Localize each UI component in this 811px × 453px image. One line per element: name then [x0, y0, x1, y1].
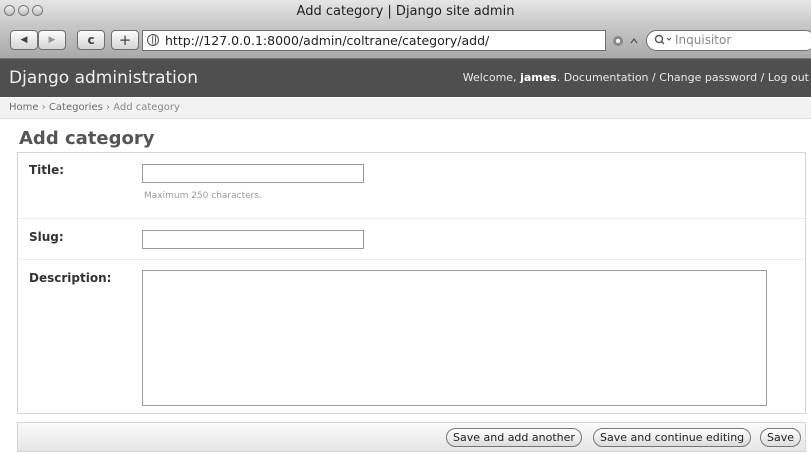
globe-icon: [147, 34, 159, 46]
title-help-text: Maximum 250 characters.: [144, 191, 262, 201]
plus-icon: +: [118, 31, 132, 49]
reload-icon: c: [87, 33, 95, 47]
url-field[interactable]: http://127.0.0.1:8000/admin/coltrane/cat…: [142, 30, 606, 51]
browser-toolbar: ◀ ▶ c + http://127.0.0.1:8000/admin/colt…: [0, 24, 811, 59]
breadcrumb-separator: ›: [106, 102, 110, 113]
site-brand[interactable]: Django administration: [9, 68, 198, 88]
category-form-fieldset: Title: Maximum 250 characters. Slug: Des…: [17, 152, 806, 414]
search-placeholder: Inquisitor: [675, 33, 732, 47]
url-text: http://127.0.0.1:8000/admin/coltrane/cat…: [165, 33, 490, 48]
description-label: Description:: [29, 271, 112, 285]
separator: /: [652, 71, 656, 84]
save-and-continue-button[interactable]: Save and continue editing: [593, 428, 752, 447]
search-field[interactable]: Inquisitor: [646, 30, 811, 51]
description-textarea[interactable]: [142, 270, 767, 406]
username: james: [520, 71, 557, 84]
logout-link[interactable]: Log out: [768, 71, 809, 84]
documentation-link[interactable]: Documentation: [564, 71, 649, 84]
back-button[interactable]: ◀: [10, 30, 38, 50]
change-password-link[interactable]: Change password: [659, 71, 757, 84]
snapback-icon[interactable]: [612, 35, 624, 47]
reload-button[interactable]: c: [77, 30, 105, 50]
form-row-slug: Slug:: [18, 219, 805, 260]
welcome-text: Welcome,: [462, 71, 517, 84]
slug-label: Slug:: [29, 230, 64, 244]
separator: /: [760, 71, 765, 84]
admin-header: Django administration Welcome, james. Do…: [0, 59, 811, 97]
form-row-description: Description:: [18, 260, 805, 413]
caret-up-icon: [630, 38, 638, 44]
forward-button[interactable]: ▶: [38, 30, 66, 50]
window-title: Add category | Django site admin: [296, 4, 515, 19]
slug-input[interactable]: [142, 230, 364, 249]
submit-row: Save and add another Save and continue e…: [17, 422, 806, 452]
breadcrumb-categories-link[interactable]: Categories: [49, 102, 103, 113]
breadcrumb: Home › Categories › Add category: [0, 98, 811, 119]
title-input[interactable]: [142, 164, 364, 183]
add-bookmark-button[interactable]: +: [111, 30, 139, 50]
save-and-add-another-button[interactable]: Save and add another: [446, 428, 582, 447]
save-button[interactable]: Save: [760, 428, 802, 447]
forward-arrow-icon: ▶: [48, 35, 56, 45]
breadcrumb-home-link[interactable]: Home: [9, 102, 39, 113]
search-icon: [654, 34, 672, 45]
form-row-title: Title: Maximum 250 characters.: [18, 153, 805, 219]
user-tools: Welcome, james. Documentation / Change p…: [462, 71, 809, 84]
title-label: Title:: [29, 163, 65, 177]
breadcrumb-separator: ›: [41, 102, 46, 113]
page-title: Add category: [19, 128, 155, 149]
back-arrow-icon: ◀: [20, 35, 28, 45]
breadcrumb-current: Add category: [113, 102, 180, 113]
window-titlebar: Add category | Django site admin: [0, 0, 811, 24]
